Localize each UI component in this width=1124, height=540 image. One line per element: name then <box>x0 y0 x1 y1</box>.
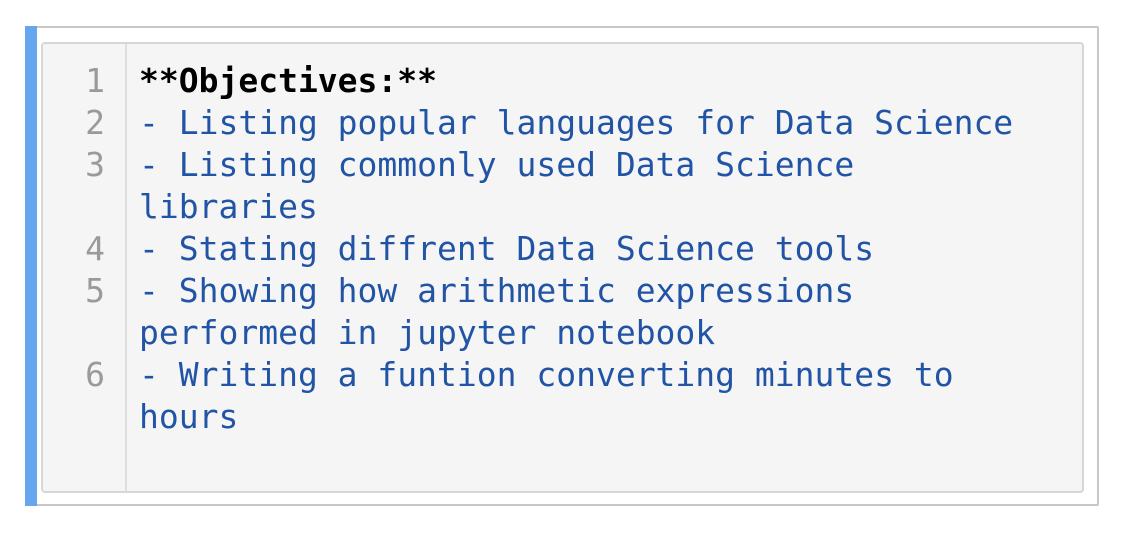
code-line-6[interactable]: 6 - Writing a funtion converting minutes… <box>43 354 1082 438</box>
line-number: 3 <box>85 145 105 184</box>
line-text: - Showing how arithmetic expressions per… <box>139 271 875 352</box>
code-lines: 1 **Objectives:** 2 - Listing popular la… <box>43 60 1082 438</box>
line-number: 5 <box>85 271 105 310</box>
code-line-4[interactable]: 4 - Stating diffrent Data Science tools <box>43 228 1082 270</box>
notebook-cell[interactable]: 1 **Objectives:** 2 - Listing popular la… <box>25 26 1099 506</box>
code-line-1[interactable]: 1 **Objectives:** <box>43 60 1082 102</box>
line-text: - Listing popular languages for Data Sci… <box>139 103 1014 142</box>
line-number: 6 <box>85 355 105 394</box>
line-number: 1 <box>85 61 105 100</box>
line-number: 2 <box>85 103 105 142</box>
line-text: - Listing commonly used Data Science lib… <box>139 145 875 226</box>
cell-selection-indicator <box>25 26 37 506</box>
code-line-5[interactable]: 5 - Showing how arithmetic expressions p… <box>43 270 1082 354</box>
code-line-3[interactable]: 3 - Listing commonly used Data Science l… <box>43 144 1082 228</box>
line-text: - Stating diffrent Data Science tools <box>139 229 875 268</box>
code-line-2[interactable]: 2 - Listing popular languages for Data S… <box>43 102 1082 144</box>
line-text: - Writing a funtion converting minutes t… <box>139 355 974 436</box>
line-number: 4 <box>85 229 105 268</box>
line-text-heading: **Objectives:** <box>139 61 438 100</box>
markdown-editor[interactable]: 1 **Objectives:** 2 - Listing popular la… <box>41 42 1084 493</box>
